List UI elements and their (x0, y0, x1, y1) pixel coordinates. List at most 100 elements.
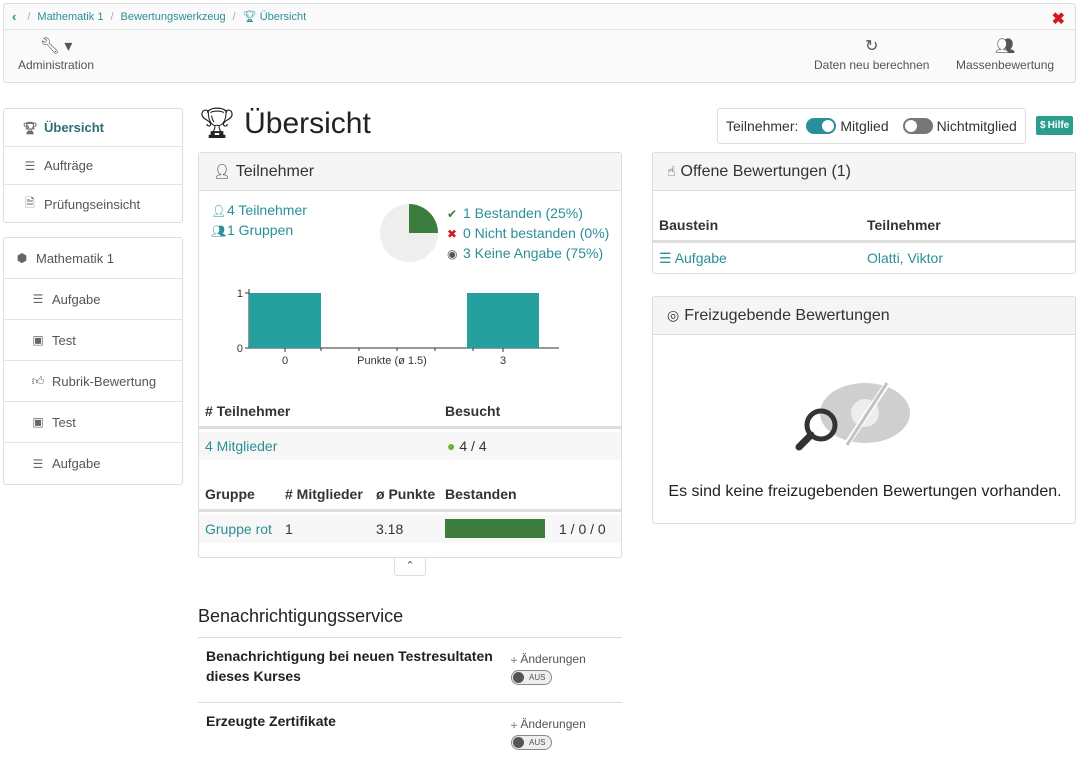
sidebar-item-overview[interactable]: 🏆︎ Übersicht (4, 109, 182, 147)
collapse-chevron-icon[interactable]: ⌃ (394, 558, 426, 576)
recalc-label: Daten neu berechnen (814, 58, 930, 72)
members-link[interactable]: 4 Mitglieder (205, 438, 277, 454)
back-chevron-icon[interactable]: ‹ (12, 9, 16, 24)
release-title: Freizugebende Bewertungen (684, 306, 890, 324)
visited-value: ● 4 / 4 (447, 438, 487, 454)
sidebar-item-test-1[interactable]: ▣ Test (4, 320, 182, 361)
notification-text: Benachrichtigung bei neuen Testresultate… (206, 648, 493, 684)
close-icon[interactable]: ✖ (1052, 9, 1065, 29)
thumbs-up-icon: 👍︎ (31, 373, 45, 388)
sidebar-item-test-2[interactable]: ▣ Test (4, 402, 182, 443)
empty-state-icon (795, 379, 910, 451)
open-reviews-title: Offene Bewertungen (1) (680, 162, 852, 180)
administration-label: Administration (18, 58, 95, 72)
administration-button[interactable]: 🔧︎ ▾ Administration (18, 36, 94, 72)
help-label: Hilfe (1047, 120, 1070, 131)
x-tick-label: 0 (282, 355, 288, 367)
sidebar-item-label: Übersicht (44, 120, 104, 135)
passed-link[interactable]: ✔ 1 Bestanden (25%) (447, 205, 583, 221)
participants-count-link[interactable]: 👤︎4 Teilnehmer (211, 202, 307, 218)
sidebar-item-rubric[interactable]: 👍︎ Rubrik-Bewertung (4, 361, 182, 402)
test-icon: ▣ (32, 333, 44, 347)
notification-changes-label: Änderungen (520, 717, 586, 731)
members-table-header: # Teilnehmer Besucht (199, 403, 621, 429)
passed-progress-bar (445, 519, 545, 538)
list-icon: ☰ (659, 250, 672, 266)
recalc-button[interactable]: ↻ Daten neu berechnen (814, 36, 929, 72)
table-row: 4 Mitglieder ● 4 / 4 (199, 432, 621, 460)
notification-changes-label: Änderungen (520, 652, 586, 666)
hand-pointer-icon: ☝︎ (667, 163, 676, 179)
sidebar-item-task-2[interactable]: ☰ Aufgabe (4, 443, 182, 484)
column-group: Gruppe (205, 486, 255, 502)
no-result-text: 3 Keine Angabe (75%) (463, 245, 604, 261)
participant-filter: Teilnehmer: Mitglied Nichtmitglied (717, 108, 1026, 144)
group-link[interactable]: Gruppe rot (205, 521, 272, 537)
sidebar-item-task-1[interactable]: ☰ Aufgabe (4, 279, 182, 320)
notification-toggle[interactable]: AUS (511, 735, 552, 750)
wrench-icon: 🔧︎ ▾ (39, 38, 73, 55)
trophy-icon: 🏆︎ (22, 120, 38, 135)
participants-count: 4 Teilnehmer (227, 202, 307, 218)
groups-count-link[interactable]: 👥︎1 Gruppen (211, 222, 293, 238)
dot-circle-icon: ◉ (447, 247, 458, 261)
review-element-label: Aufgabe (674, 250, 727, 266)
trophy-icon: 🏆︎ (242, 11, 257, 23)
no-result-link[interactable]: ◉ 3 Keine Angabe (75%) (447, 245, 603, 261)
status-dot-icon: ● (447, 438, 456, 454)
failed-link[interactable]: ✖ 0 Nicht bestanden (0%) (447, 225, 609, 241)
open-reviews-table-header: Baustein Teilnehmer (653, 217, 1075, 243)
file-icon: 🗎 (25, 195, 35, 210)
eye-slash-icon: ◎ (667, 307, 680, 323)
sidebar-item-label: Mathematik 1 (36, 250, 115, 266)
notification-row-certificates: Erzeugte Zertifikate ⧾ Änderungen AUS (198, 702, 622, 764)
nonmember-toggle[interactable] (902, 118, 933, 134)
review-participant-link[interactable]: Olatti, Viktor (867, 250, 943, 266)
x-axis-label: Punkte (ø 1.5) (357, 355, 427, 367)
breadcrumb-course[interactable]: Mathematik 1 (37, 11, 103, 23)
notifications-title: Benachrichtigungsservice (198, 606, 404, 626)
status-pie-chart (380, 204, 438, 262)
member-toggle[interactable] (806, 118, 837, 134)
mass-assessment-button[interactable]: 👥︎ Massenbewertung (956, 36, 1054, 72)
sidebar-item-exam-review[interactable]: 🗎 Prüfungseinsicht (4, 185, 182, 223)
list-icon: ☰ (24, 158, 36, 173)
nonmember-label: Nichtmitglied (936, 118, 1017, 134)
participants-panel: 👤︎ Teilnehmer 👤︎4 Teilnehmer 👥︎1 Gruppen… (198, 152, 622, 558)
list-icon: ☰ (32, 456, 44, 471)
sidebar-item-course[interactable]: ⬢ Mathematik 1 (4, 238, 182, 279)
sidebar-course-tree: ⬢ Mathematik 1 ☰ Aufgabe ▣ Test 👍︎ Rubri… (3, 237, 183, 485)
y-tick-label: 1 (237, 288, 243, 300)
release-header: ◎ Freizugebende Bewertungen (653, 297, 1075, 335)
notification-subscription: ⧾ Änderungen AUS (511, 652, 586, 685)
y-tick-label: 0 (237, 343, 243, 355)
toggle-state: AUS (529, 673, 546, 682)
sidebar-item-orders[interactable]: ☰ Aufträge (4, 147, 182, 185)
table-row: ☰ Aufgabe Olatti, Viktor (653, 249, 1075, 271)
sidebar-item-label: Prüfungseinsicht (44, 196, 141, 212)
group-avg-points: 3.18 (376, 521, 404, 537)
breadcrumb-current[interactable]: Übersicht (260, 11, 306, 23)
notification-toggle[interactable]: AUS (511, 670, 552, 685)
failed-text: 0 Nicht bestanden (0%) (463, 225, 610, 241)
check-circle-icon: ✔ (447, 207, 458, 221)
sidebar-item-label: Test (52, 414, 76, 430)
release-panel: ◎ Freizugebende Bewertungen Es sind kein… (652, 296, 1076, 524)
users-icon: 👥︎ (994, 38, 1016, 55)
release-empty-message: Es sind keine freizugebenden Bewertungen… (668, 483, 1062, 500)
review-element-link[interactable]: ☰ Aufgabe (659, 250, 727, 267)
column-participants: # Teilnehmer (205, 403, 291, 419)
pie-slice-passed (409, 204, 438, 233)
help-button[interactable]: $ Hilfe (1036, 116, 1074, 135)
column-visited: Besucht (445, 403, 501, 419)
participants-title: Teilnehmer (235, 162, 315, 180)
users-icon: 👥︎ (211, 224, 227, 238)
visited-count: 4 / 4 (459, 438, 487, 454)
groups-table-header: Gruppe # Mitglieder ø Punkte Bestanden (199, 486, 621, 512)
trophy-icon: 🏆︎ (198, 107, 237, 140)
column-avg-points: ø Punkte (376, 486, 436, 502)
user-icon: 👤︎ (211, 204, 227, 218)
x-tick-label: 3 (500, 355, 506, 367)
participants-header: 👤︎ Teilnehmer (199, 153, 621, 191)
breadcrumb-tool[interactable]: Bewertungswerkzeug (121, 11, 226, 23)
